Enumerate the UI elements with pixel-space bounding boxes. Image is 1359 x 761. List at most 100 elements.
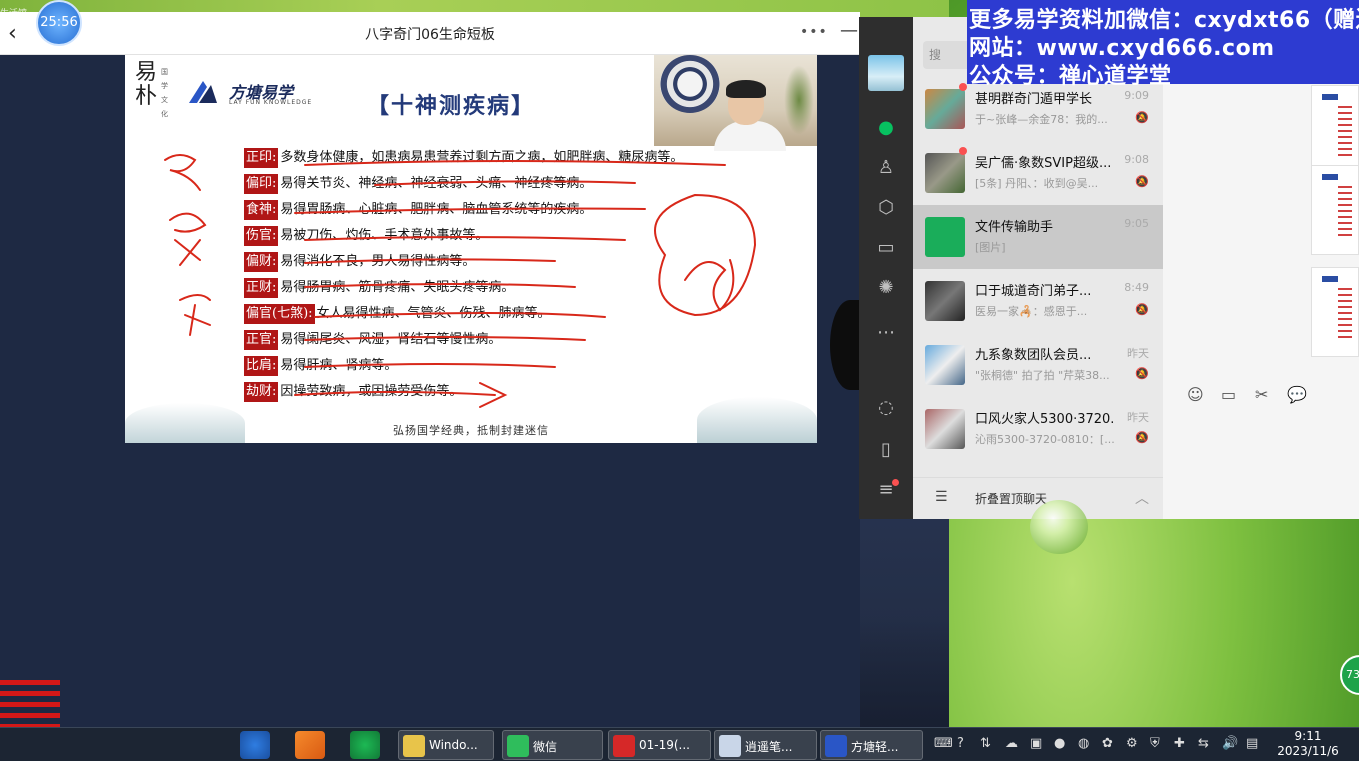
tray-app-icon[interactable]: ✿: [1102, 736, 1113, 751]
scissors-icon[interactable]: ✂: [1255, 385, 1268, 404]
phone-icon[interactable]: ▯: [873, 437, 899, 463]
avatar: [925, 89, 965, 129]
notification-dot: [892, 479, 899, 486]
chat-item[interactable]: 口于城道奇门弟子... 8:49 医易一家🦂：感恩于... 🔕: [913, 269, 1163, 333]
wechat-icon: [507, 735, 529, 757]
recording-timer[interactable]: 25:56: [36, 0, 82, 46]
chat-name: 口风火家人5300·3720...: [975, 412, 1115, 427]
emoji-icon[interactable]: ☺: [1187, 385, 1204, 404]
minimize-button[interactable]: —: [840, 20, 858, 41]
tray-app-icon[interactable]: ▣: [1030, 736, 1042, 751]
taskbar-clock[interactable]: 9:11 2023/11/6: [1268, 729, 1348, 759]
chat-time: 9:05: [1124, 217, 1149, 230]
avatar: [925, 409, 965, 449]
chat-item[interactable]: 文件传输助手 9:05 [图片]: [913, 205, 1163, 269]
red-stripes-decoration: [0, 680, 60, 727]
player-title-bar: ‹ 八字奇门06生命短板 ••• —: [0, 12, 860, 55]
task-label: Windo...: [429, 738, 478, 752]
clock-time: 9:11: [1294, 729, 1322, 743]
media-player-icon[interactable]: [350, 731, 380, 759]
image-message-thumbnail[interactable]: [1311, 165, 1359, 255]
mute-bell-icon: 🔕: [1135, 303, 1149, 316]
chat-time: 昨天: [1127, 411, 1149, 424]
task-label: 逍遥笔...: [745, 740, 793, 754]
keyboard-icon[interactable]: ⌨: [934, 736, 953, 751]
wechat-chat-list: 搜 甚明群奇门遁甲学长 9:09 于~张峰—余金78：我的... 🔕 吴广儒·象…: [913, 17, 1163, 519]
avatar: [925, 345, 965, 385]
player-title: 八字奇门06生命短板: [365, 27, 495, 43]
chat-time: 昨天: [1127, 347, 1149, 360]
folder-icon: [403, 735, 425, 757]
more-options-button[interactable]: •••: [800, 24, 828, 40]
chat-item[interactable]: 吴广儒·象数SVIP超级... 9:08 [5条] 丹阳、：收到@吴... 🔕: [913, 141, 1163, 205]
pdf-icon[interactable]: [295, 731, 325, 759]
taskbar-task-wps[interactable]: 01-19(...: [608, 730, 711, 760]
volume-icon[interactable]: 🔊: [1222, 736, 1238, 751]
chat-time: 9:09: [1124, 89, 1149, 102]
wps-icon: [613, 735, 635, 757]
cloud-icon[interactable]: ☁: [1005, 736, 1018, 751]
taskbar-task-wechat[interactable]: 微信: [502, 730, 603, 760]
taskbar-task-fangtang[interactable]: 方塘轻...: [820, 730, 923, 760]
miniprogram-icon[interactable]: ◌: [873, 395, 899, 421]
taskbar-task-explorer[interactable]: Windo...: [398, 730, 494, 760]
chat-preview: [5条] 丹阳、：收到@吴...: [975, 177, 1099, 190]
tray-app-icon[interactable]: ⚙: [1126, 736, 1138, 751]
wechat-chat-pane: ☺ ▭ ✂ 💬: [1163, 17, 1359, 519]
chat-bubble-icon[interactable]: 💬: [1287, 385, 1307, 404]
wechat-tray-icon[interactable]: ●: [1054, 736, 1065, 751]
chat-name: 口于城道奇门弟子...: [975, 284, 1092, 299]
task-label: 01-19(...: [639, 738, 690, 752]
chat-name: 九系象数团队会员...: [975, 348, 1092, 363]
chat-item[interactable]: 口风火家人5300·3720... 昨天 沁雨5300-3720-0810：[.…: [913, 397, 1163, 461]
mute-bell-icon: 🔕: [1135, 175, 1149, 188]
folder-icon[interactable]: ▭: [873, 235, 899, 261]
chat-item[interactable]: 九系象数团队会员... 昨天 "张桐德" 拍了拍 "芹菜38... 🔕: [913, 333, 1163, 397]
more-apps-icon[interactable]: ⋯: [873, 320, 899, 346]
clock-date: 2023/11/6: [1277, 744, 1339, 758]
taskbar: Windo... 微信 01-19(... 逍遥笔... 方塘轻... ⌨ ? …: [0, 727, 1359, 761]
taskbar-task-notes[interactable]: 逍遥笔...: [714, 730, 817, 760]
avatar: [925, 153, 965, 193]
chat-name: 吴广儒·象数SVIP超级...: [975, 156, 1112, 171]
moments-icon[interactable]: ✺: [873, 275, 899, 301]
chat-preview: [图片]: [975, 241, 1006, 254]
list-icon: ☰: [935, 489, 948, 505]
chat-icon[interactable]: ●: [873, 115, 899, 141]
fangtang-logo-icon: [825, 735, 847, 757]
app-a-icon[interactable]: [240, 731, 270, 759]
chat-time: 9:08: [1124, 153, 1149, 166]
chat-preview: 医易一家🦂：感恩于...: [975, 305, 1088, 318]
task-label: 微信: [533, 740, 558, 754]
chevron-up-icon[interactable]: ︿: [1135, 488, 1149, 508]
watermark-banner: 更多易学资料加微信：cxydxt66（赠送资 网站：www.cxyd666.co…: [967, 0, 1359, 89]
favorites-cube-icon[interactable]: ⬡: [873, 195, 899, 221]
chat-preview: "张桐德" 拍了拍 "芹菜38...: [975, 369, 1110, 382]
chat-time: 8:49: [1124, 281, 1149, 294]
fold-label: 折叠置顶聊天: [975, 492, 1048, 506]
mute-bell-icon: 🔕: [1135, 431, 1149, 444]
water-droplet-decoration: [1030, 500, 1088, 554]
image-message-thumbnail[interactable]: [1311, 85, 1359, 175]
tray-app-icon[interactable]: ◍: [1078, 736, 1089, 751]
notes-pen-icon: [719, 735, 741, 757]
notification-icon[interactable]: ▤: [1246, 736, 1258, 751]
chat-preview: 沁雨5300-3720-0810：[...: [975, 433, 1115, 446]
chat-name: 甚明群奇门遁甲学长: [975, 92, 1093, 107]
tray-app-icon[interactable]: ✚: [1174, 736, 1185, 751]
lecture-slide: 易朴 国学文化 方塘易学 LAY FUN KNOWLEDGE 【十神测疾病】 正…: [125, 55, 817, 443]
avatar[interactable]: [868, 55, 904, 91]
image-message-thumbnail[interactable]: [1311, 267, 1359, 357]
help-icon[interactable]: ?: [957, 736, 964, 751]
unread-dot: [959, 147, 967, 155]
file-transfer-icon: [925, 217, 965, 257]
shield-icon[interactable]: ⛨: [1150, 736, 1160, 751]
tray-arrow-icon[interactable]: ⇅: [980, 736, 991, 751]
slide-footer: 弘扬国学经典，抵制封建迷信: [393, 424, 549, 437]
mute-bell-icon: 🔕: [1135, 111, 1149, 124]
file-icon[interactable]: ▭: [1221, 385, 1236, 404]
avatar: [925, 281, 965, 321]
wechat-sidebar: ● ♙ ⬡ ▭ ✺ ⋯ ◌ ▯ ≡: [859, 17, 913, 519]
network-icon[interactable]: ⇆: [1198, 736, 1209, 751]
contacts-icon[interactable]: ♙: [873, 155, 899, 181]
